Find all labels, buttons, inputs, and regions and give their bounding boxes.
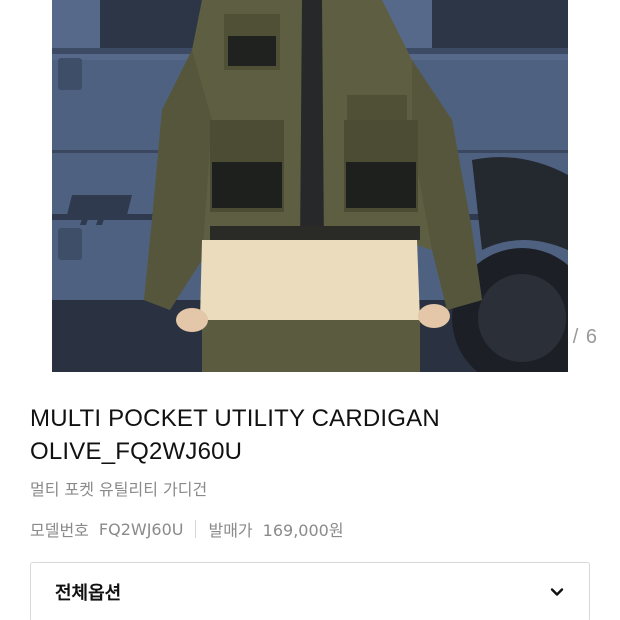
model-number-value: FQ2WJ60U xyxy=(98,519,184,539)
product-title-line1: MULTI POCKET UTILITY CARDIGAN xyxy=(30,405,440,432)
chevron-down-icon xyxy=(550,588,564,596)
product-title: MULTI POCKET UTILITY CARDIGAN OLIVE_FQ2W… xyxy=(30,402,590,468)
option-dropdown-label: 전체옵션 xyxy=(55,583,122,604)
product-image-gallery[interactable]: / 6 xyxy=(0,0,620,372)
image-counter: / 6 xyxy=(572,326,598,348)
model-number-label: 모델번호 xyxy=(30,521,89,540)
product-title-line2: OLIVE_FQ2WJ60U xyxy=(30,438,243,465)
release-price-label: 발매가 xyxy=(208,521,253,540)
release-price-value: 169,000원 xyxy=(262,521,344,540)
option-dropdown[interactable]: 전체옵션 xyxy=(30,562,590,620)
product-korean-name: 멀티 포켓 유틸리티 가디건 xyxy=(30,480,208,499)
product-info: MULTI POCKET UTILITY CARDIGAN OLIVE_FQ2W… xyxy=(0,402,620,620)
product-photo[interactable] xyxy=(52,0,568,372)
product-meta: 모델번호 FQ2WJ60U 발매가 169,000원 xyxy=(30,517,590,541)
meta-divider xyxy=(195,520,197,538)
